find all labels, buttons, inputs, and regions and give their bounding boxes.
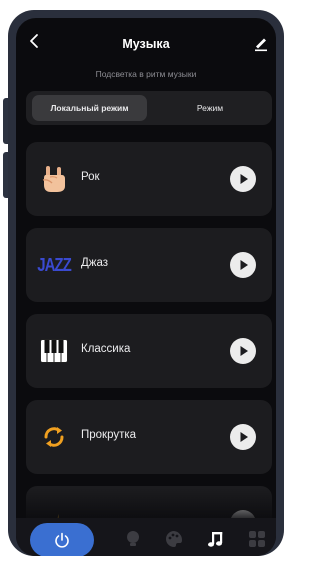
play-icon (240, 346, 248, 356)
play-button[interactable] (230, 338, 256, 364)
tab-local-mode[interactable]: Локальный режим (32, 95, 147, 121)
nav-bulb-button[interactable] (121, 526, 145, 552)
power-icon (55, 532, 69, 548)
play-icon (240, 174, 248, 184)
bulb-icon (127, 531, 139, 546)
play-button[interactable] (230, 166, 256, 192)
grid-icon (249, 531, 265, 547)
app-screen: Музыка Подсветка в ритм музыки Локальный… (16, 18, 276, 556)
play-button[interactable] (230, 424, 256, 450)
play-icon (240, 432, 248, 442)
play-icon (240, 260, 248, 270)
nav-palette-button[interactable] (162, 526, 186, 552)
nav-grid-button[interactable] (245, 526, 269, 552)
page-title: Музыка (122, 37, 170, 51)
tab-mode[interactable]: Режим (154, 95, 266, 121)
page-subtitle: Подсветка в ритм музыки (95, 69, 197, 79)
rock-hand-icon (39, 164, 69, 194)
music-mode-label: Прокрутка (81, 429, 137, 441)
music-note-icon (208, 532, 223, 547)
edit-button[interactable] (250, 32, 272, 54)
jazz-icon: JAZZ (37, 254, 71, 276)
play-button[interactable] (230, 252, 256, 278)
piano-icon (39, 336, 69, 366)
nav-power-button[interactable] (30, 523, 94, 556)
header: Музыка (16, 18, 276, 62)
phone-frame: Музыка Подсветка в ритм музыки Локальный… (8, 10, 284, 556)
music-mode-card-jazz[interactable]: JAZZ Джаз (26, 228, 272, 302)
mode-tabs: Локальный режим Режим (26, 91, 272, 125)
music-mode-label: Классика (81, 343, 131, 355)
pencil-icon (255, 38, 267, 52)
palette-icon (166, 531, 183, 547)
music-mode-card-scroll[interactable]: Прокрутка (26, 400, 272, 474)
bottom-nav (16, 518, 276, 556)
music-mode-card-classic[interactable]: Классика (26, 314, 272, 388)
music-mode-label: Рок (81, 171, 100, 183)
rotate-arrows-icon (39, 422, 69, 452)
nav-music-button[interactable] (204, 526, 228, 552)
music-mode-label: Джаз (81, 257, 109, 269)
music-mode-card-rock[interactable]: Рок (26, 142, 272, 216)
